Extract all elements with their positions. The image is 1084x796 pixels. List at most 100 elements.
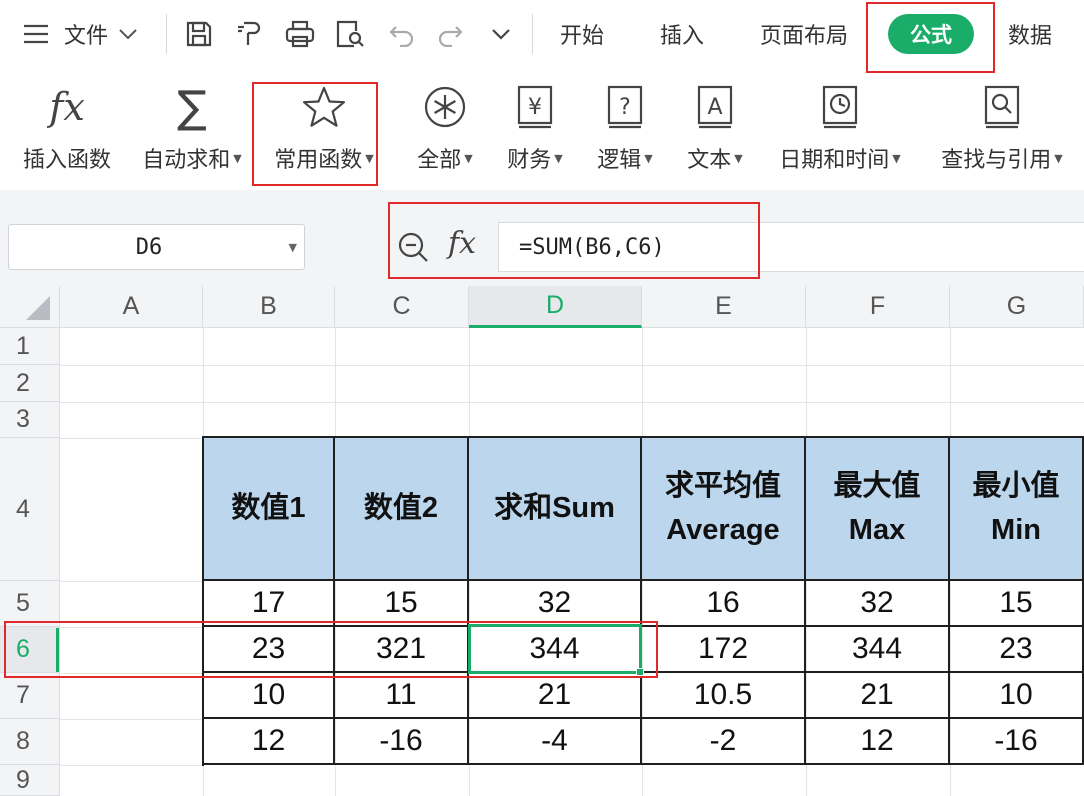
highlight-box-formulas-tab (866, 2, 995, 73)
table-cell[interactable]: 344 (806, 627, 950, 673)
table-header-cell[interactable]: 最小值 Min (950, 438, 1084, 581)
undo-icon[interactable] (388, 0, 416, 68)
autosum-button[interactable]: ∑ 自动求和 ▼ (136, 78, 248, 188)
dropdown-caret-icon: ▼ (644, 151, 653, 165)
financial-button[interactable]: ¥ 财务 ▼ (500, 78, 570, 188)
table-cell[interactable]: -2 (642, 719, 806, 765)
column-header-b[interactable]: B (203, 286, 335, 328)
table-cell[interactable]: 10 (950, 673, 1084, 719)
table-cell[interactable]: -16 (335, 719, 469, 765)
row-header-3[interactable]: 3 (0, 402, 60, 438)
all-functions-label: 全部 (417, 148, 462, 173)
text-functions-button[interactable]: A 文本 ▼ (680, 78, 750, 188)
dropdown-caret-icon[interactable]: ▼ (289, 241, 297, 254)
row-header-8[interactable]: 8 (0, 719, 60, 765)
date-time-label: 日期和时间 (779, 148, 890, 173)
svg-text:¥: ¥ (528, 95, 542, 120)
select-all-triangle-icon (26, 296, 50, 320)
table-cell[interactable]: 32 (806, 581, 950, 627)
hamburger-menu-icon[interactable] (22, 0, 50, 68)
name-box[interactable]: D6 ▼ (8, 224, 305, 270)
header-text: 求平均值 (664, 470, 781, 502)
select-all-corner[interactable] (0, 286, 60, 328)
logical-book-icon: ? (605, 78, 645, 136)
gridline (60, 765, 203, 766)
highlight-box-row-6 (4, 621, 658, 678)
highlight-box-formula (388, 202, 760, 279)
print-preview-icon[interactable] (334, 0, 366, 68)
table-cell[interactable]: 12 (806, 719, 950, 765)
tab-home[interactable]: 开始 (560, 0, 604, 68)
table-header-cell[interactable]: 求和Sum (469, 438, 642, 581)
table-cell[interactable]: 10.5 (642, 673, 806, 719)
row-header-2[interactable]: 2 (0, 365, 60, 402)
gridline (60, 719, 203, 720)
insert-function-button[interactable]: fx 插入函数 (18, 78, 116, 188)
dropdown-caret-icon: ▼ (734, 151, 743, 165)
format-painter-icon[interactable] (234, 0, 264, 68)
table-header-cell[interactable]: 数值1 (204, 438, 335, 581)
dropdown-caret-icon: ▼ (554, 151, 563, 165)
table-cell[interactable]: -16 (950, 719, 1084, 765)
column-header-f[interactable]: F (806, 286, 950, 328)
table-header-cell[interactable]: 求平均值 Average (642, 438, 806, 581)
date-time-button[interactable]: 日期和时间 ▼ (772, 78, 908, 188)
lookup-reference-label: 查找与引用 (941, 148, 1052, 173)
header-text: 求和Sum (494, 491, 615, 524)
row-header-9[interactable]: 9 (0, 765, 60, 796)
highlight-box-common-functions (252, 82, 378, 186)
file-menu-label: 文件 (64, 24, 109, 49)
save-icon[interactable] (184, 0, 214, 68)
redo-icon[interactable] (436, 0, 464, 68)
insert-function-label: 插入函数 (22, 148, 111, 173)
tab-data[interactable]: 数据 (1008, 0, 1052, 68)
table-cell[interactable]: 12 (204, 719, 335, 765)
row-header-4[interactable]: 4 (0, 438, 60, 581)
column-header-e[interactable]: E (642, 286, 806, 328)
all-functions-button[interactable]: 全部 ▼ (410, 78, 480, 188)
column-header-c[interactable]: C (335, 286, 469, 328)
customize-toolbar-icon[interactable] (490, 0, 512, 68)
tab-insert-label: 插入 (660, 24, 705, 49)
table-cell[interactable]: 172 (642, 627, 806, 673)
asterisk-circle-icon (423, 78, 467, 136)
row-header-7[interactable]: 7 (0, 673, 60, 719)
header-text: Max (848, 513, 906, 546)
table-cell[interactable]: 16 (642, 581, 806, 627)
header-text: 数值2 (363, 491, 439, 524)
logical-button[interactable]: ? 逻辑 ▼ (590, 78, 660, 188)
table-cell[interactable]: 10 (204, 673, 335, 719)
table-cell[interactable]: -4 (469, 719, 642, 765)
ribbon: fx 插入函数 ∑ 自动求和 ▼ 常用函数 ▼ 全部 ▼ ¥ 财务 ▼ ? 逻辑 ▼ (0, 68, 1084, 190)
print-icon[interactable] (284, 0, 316, 68)
financial-book-icon: ¥ (515, 78, 555, 136)
file-menu[interactable]: 文件 (64, 0, 138, 68)
tab-data-label: 数据 (1008, 24, 1053, 49)
table-cell[interactable]: 21 (469, 673, 642, 719)
table-cell[interactable]: 23 (950, 627, 1084, 673)
column-header-a[interactable]: A (60, 286, 203, 328)
gridline (60, 402, 1084, 403)
column-header-g[interactable]: G (950, 286, 1084, 328)
dropdown-caret-icon: ▼ (233, 151, 242, 165)
dropdown-caret-icon: ▼ (1054, 151, 1063, 165)
table-cell[interactable]: 21 (806, 673, 950, 719)
header-text: 数值1 (231, 491, 306, 524)
fx-icon: fx (49, 85, 85, 129)
logical-label: 逻辑 (597, 148, 642, 173)
tab-page-layout[interactable]: 页面布局 (760, 0, 848, 68)
table-cell[interactable]: 11 (335, 673, 469, 719)
dropdown-caret-icon: ▼ (464, 151, 473, 165)
tab-page-layout-label: 页面布局 (760, 24, 849, 49)
tab-insert[interactable]: 插入 (660, 0, 704, 68)
table-header-cell[interactable]: 数值2 (335, 438, 469, 581)
table-cell[interactable]: 15 (950, 581, 1084, 627)
svg-text:?: ? (619, 95, 631, 120)
lookup-reference-button[interactable]: 查找与引用 ▼ (932, 78, 1072, 188)
header-text: Min (991, 513, 1041, 546)
table-header-cell[interactable]: 最大值 Max (806, 438, 950, 581)
column-header-d[interactable]: D (469, 286, 642, 328)
text-functions-label: 文本 (687, 148, 732, 173)
row-header-1[interactable]: 1 (0, 328, 60, 365)
name-box-value: D6 (135, 234, 163, 260)
